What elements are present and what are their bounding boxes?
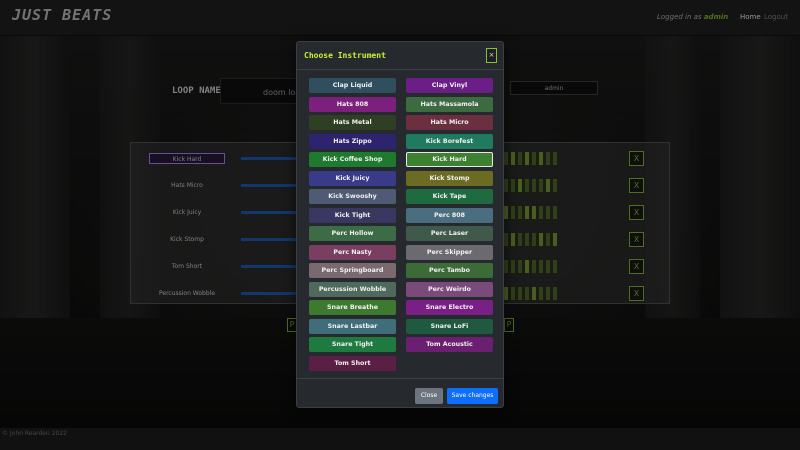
modal-title: Choose Instrument bbox=[304, 51, 386, 60]
instrument-option-hats-massamola[interactable]: Hats Massamola bbox=[406, 96, 493, 112]
instrument-option-kick-stomp[interactable]: Kick Stomp bbox=[406, 170, 493, 186]
instrument-option-snare-electro[interactable]: Snare Electro bbox=[406, 300, 493, 315]
instrument-option-percussion-wobble[interactable]: Percussion Wobble bbox=[309, 281, 396, 297]
instrument-option-perc-tambo[interactable]: Perc Tambo bbox=[406, 263, 493, 278]
instrument-option-snare-tight[interactable]: Snare Tight bbox=[309, 337, 396, 352]
close-icon[interactable]: × bbox=[486, 48, 497, 63]
instrument-option-perc-laser[interactable]: Perc Laser bbox=[406, 226, 493, 241]
instrument-option-hats-micro[interactable]: Hats Micro bbox=[406, 115, 493, 130]
instrument-option-perc-skipper[interactable]: Perc Skipper bbox=[406, 244, 493, 260]
instrument-option-snare-lofi[interactable]: Snare LoFi bbox=[406, 318, 493, 334]
close-button[interactable]: Close bbox=[415, 388, 443, 404]
instrument-option-kick-tape[interactable]: Kick Tape bbox=[406, 189, 493, 204]
instrument-option-hats-808[interactable]: Hats 808 bbox=[309, 96, 396, 112]
instrument-option-clap-vinyl[interactable]: Clap Vinyl bbox=[406, 78, 493, 93]
choose-instrument-modal: Choose Instrument × Clap Liquid Clap Viny… bbox=[296, 41, 504, 408]
instrument-option-perc-springboard[interactable]: Perc Springboard bbox=[309, 263, 396, 278]
instrument-option-tom-short[interactable]: Tom Short bbox=[309, 355, 396, 371]
instrument-option-clap-liquid[interactable]: Clap Liquid bbox=[309, 78, 396, 93]
modal-footer: Close Save changes bbox=[297, 378, 503, 408]
instrument-option-kick-tight[interactable]: Kick Tight bbox=[309, 207, 396, 223]
instrument-option-tom-acoustic[interactable]: Tom Acoustic bbox=[406, 337, 493, 352]
instrument-option-kick-hard[interactable]: Kick Hard bbox=[406, 152, 493, 167]
instrument-option-perc-808[interactable]: Perc 808 bbox=[406, 207, 493, 223]
instrument-option-perc-weirdo[interactable]: Perc Weirdo bbox=[406, 281, 493, 297]
instrument-option-perc-nasty[interactable]: Perc Nasty bbox=[309, 244, 396, 260]
instrument-option-snare-breathe[interactable]: Snare Breathe bbox=[309, 300, 396, 315]
instrument-option-kick-coffee-shop[interactable]: Kick Coffee Shop bbox=[309, 152, 396, 167]
instrument-option-snare-lastbar[interactable]: Snare Lastbar bbox=[309, 318, 396, 334]
save-changes-button[interactable]: Save changes bbox=[447, 388, 498, 404]
instrument-option-kick-borefest[interactable]: Kick Borefest bbox=[406, 133, 493, 149]
instrument-option-hats-zippo[interactable]: Hats Zippo bbox=[309, 133, 396, 149]
instrument-option-kick-swooshy[interactable]: Kick Swooshy bbox=[309, 189, 396, 204]
instrument-option-hats-metal[interactable]: Hats Metal bbox=[309, 115, 396, 130]
instrument-option-perc-hollow[interactable]: Perc Hollow bbox=[309, 226, 396, 241]
instrument-option-kick-juicy[interactable]: Kick Juicy bbox=[309, 170, 396, 186]
modal-header: Choose Instrument × bbox=[297, 42, 503, 70]
